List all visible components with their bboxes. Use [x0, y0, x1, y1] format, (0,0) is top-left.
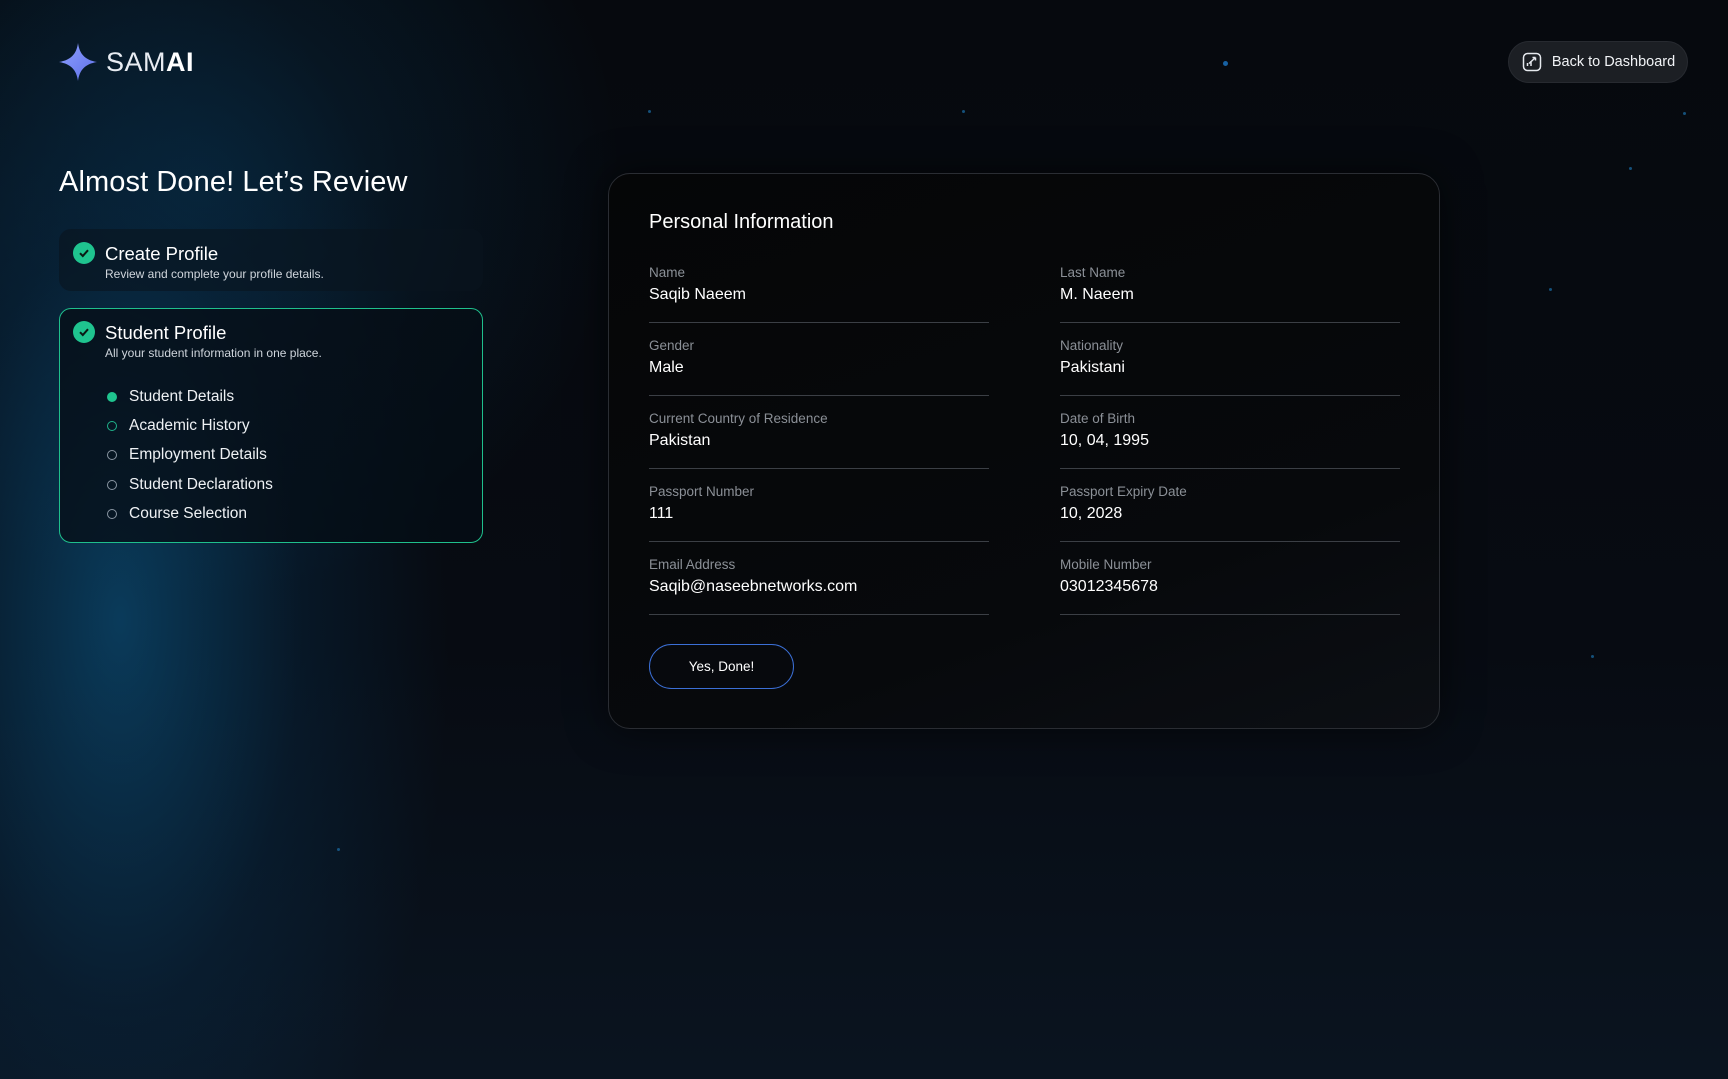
substep-list: Student Details Academic History Employm… [107, 382, 273, 529]
substep-label: Student Details [129, 387, 235, 405]
field-label: Nationality [1060, 338, 1124, 353]
pending-dot-icon [107, 479, 117, 490]
step-title: Student Profile [105, 322, 227, 343]
page-title: Almost Done! Let’s Review [59, 166, 408, 198]
step-create-profile[interactable]: Create Profile Review and complete your … [59, 229, 483, 291]
field-gender: Gender Male [649, 338, 989, 396]
step-student-profile[interactable]: Student Profile All your student informa… [59, 308, 483, 543]
substep-label: Student Declarations [129, 475, 273, 493]
field-value: Male [649, 359, 684, 376]
star-decoration [337, 848, 340, 851]
field-last-name: Last Name M. Naeem [1060, 265, 1400, 323]
star-decoration [1223, 61, 1228, 66]
logo-bold: AI [166, 46, 195, 77]
check-circle-icon [73, 321, 95, 343]
sparkle-icon [59, 43, 97, 81]
field-value: Saqib Naeem [649, 286, 746, 303]
star-decoration [1549, 288, 1552, 291]
substep-course-selection[interactable]: Course Selection [107, 500, 273, 529]
logo-light: SAM [106, 46, 167, 77]
star-decoration [1591, 655, 1594, 658]
substep-student-details[interactable]: Student Details [107, 382, 273, 411]
substep-label: Course Selection [129, 505, 248, 523]
field-label: Name [649, 265, 686, 280]
field-value: 111 [649, 505, 674, 522]
personal-information-card: Personal Information Name Saqib Naeem La… [608, 173, 1440, 729]
card-title: Personal Information [649, 211, 834, 233]
yes-done-button[interactable]: Yes, Done! [649, 644, 794, 689]
field-label: Passport Expiry Date [1060, 484, 1187, 499]
chart-box-icon [1522, 52, 1542, 72]
field-label: Current Country of Residence [649, 411, 828, 426]
field-label: Mobile Number [1060, 557, 1152, 572]
logo-wordmark: SAMAI [106, 47, 194, 78]
field-country-of-residence: Current Country of Residence Pakistan [649, 411, 989, 469]
star-decoration [962, 110, 965, 113]
star-decoration [1629, 167, 1632, 170]
step-title: Create Profile [105, 243, 219, 264]
step-subtitle: All your student information in one plac… [105, 346, 322, 360]
check-circle-icon [73, 242, 95, 264]
field-passport-expiry-date: Passport Expiry Date 10, 2028 [1060, 484, 1400, 542]
pending-dot-icon [107, 450, 117, 461]
step-subtitle: Review and complete your profile details… [105, 267, 324, 281]
active-dot-icon [107, 391, 117, 402]
field-email-address: Email Address Saqib@naseebnetworks.com [649, 557, 989, 615]
field-passport-number: Passport Number 111 [649, 484, 989, 542]
star-decoration [1683, 112, 1686, 115]
field-name: Name Saqib Naeem [649, 265, 989, 323]
substep-academic-history[interactable]: Academic History [107, 411, 273, 440]
pending-dot-icon [107, 421, 117, 432]
logo: SAMAI [58, 42, 194, 82]
field-value: Saqib@naseebnetworks.com [649, 578, 858, 595]
field-value: M. Naeem [1060, 286, 1134, 303]
substep-employment-details[interactable]: Employment Details [107, 441, 273, 470]
field-value: 10, 04, 1995 [1060, 432, 1149, 449]
field-nationality: Nationality Pakistani [1060, 338, 1400, 396]
field-value: Pakistani [1060, 359, 1125, 376]
substep-student-declarations[interactable]: Student Declarations [107, 470, 273, 499]
back-to-dashboard-button[interactable]: Back to Dashboard [1508, 41, 1688, 83]
field-label: Last Name [1060, 265, 1126, 280]
field-date-of-birth: Date of Birth 10, 04, 1995 [1060, 411, 1400, 469]
star-decoration [648, 110, 651, 113]
field-label: Gender [649, 338, 695, 353]
field-label: Date of Birth [1060, 411, 1136, 426]
field-value: 10, 2028 [1060, 505, 1123, 522]
field-label: Email Address [649, 557, 736, 572]
field-label: Passport Number [649, 484, 755, 499]
field-mobile-number: Mobile Number 03012345678 [1060, 557, 1400, 615]
pending-dot-icon [107, 509, 117, 520]
field-value: Pakistan [649, 432, 711, 449]
field-value: 03012345678 [1060, 578, 1158, 595]
back-button-label: Back to Dashboard [1551, 54, 1676, 70]
substep-label: Academic History [129, 417, 250, 435]
substep-label: Employment Details [129, 446, 267, 464]
